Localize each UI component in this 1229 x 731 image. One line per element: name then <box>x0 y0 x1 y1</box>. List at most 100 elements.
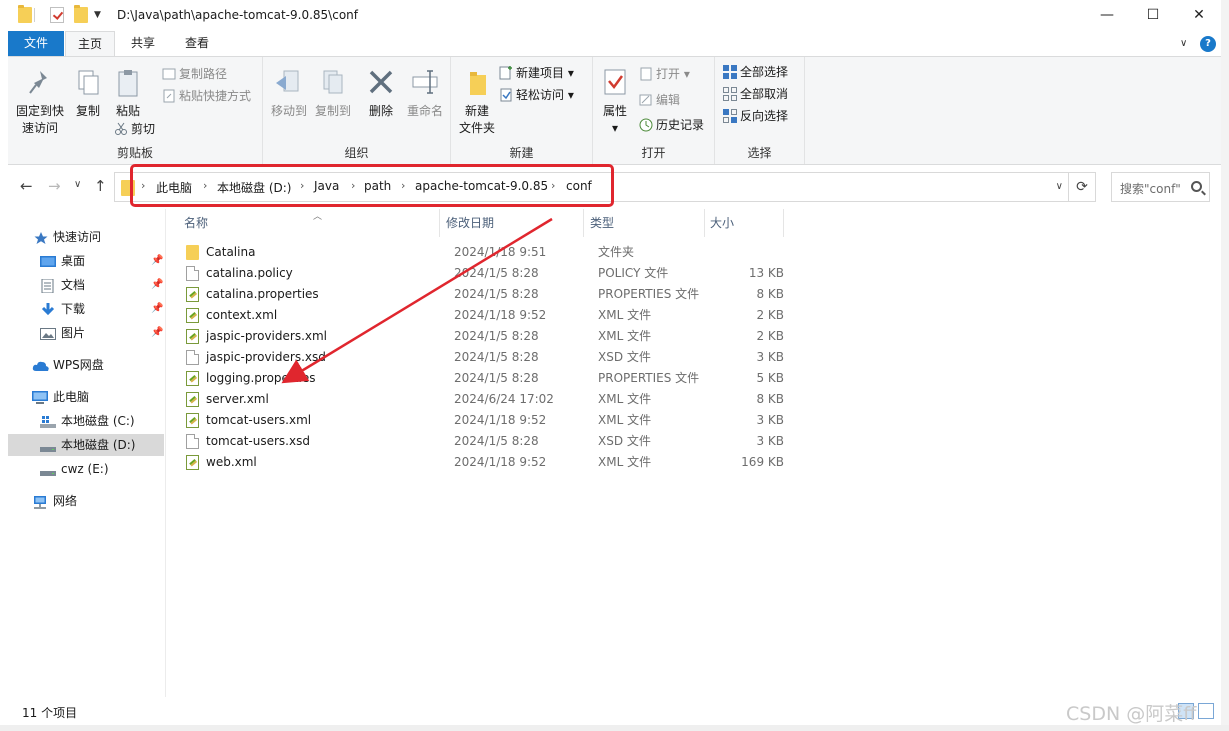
sidebar-item-label: 下载 <box>61 302 86 316</box>
new-item-label: 新建项目 <box>516 66 565 80</box>
file-row[interactable]: tomcat-users.xml 2024/1/18 9:52 XML 文件 3… <box>184 410 784 431</box>
properties-dropdown-icon[interactable]: ▾ <box>612 121 618 135</box>
sidebar-item-label: 桌面 <box>61 254 86 268</box>
file-row[interactable]: context.xml 2024/1/18 9:52 XML 文件 2 KB <box>184 305 784 326</box>
column-divider[interactable] <box>704 209 705 237</box>
sidebar-item-label: cwz (E:) <box>61 462 109 476</box>
history-button[interactable]: 历史记录 <box>639 116 704 134</box>
select-all-button[interactable]: 全部选择 <box>723 63 788 81</box>
help-icon[interactable]: ? <box>1200 36 1216 52</box>
copy-to-button[interactable]: 复制到 <box>313 67 353 120</box>
forward-arrow-icon[interactable]: → <box>48 177 61 195</box>
refresh-button[interactable]: ⟳ <box>1068 172 1096 202</box>
properties-icon[interactable] <box>50 7 64 23</box>
minimize-button[interactable]: — <box>1084 0 1130 31</box>
rename-button[interactable]: 重命名 <box>403 67 447 120</box>
file-row[interactable]: web.xml 2024/1/18 9:52 XML 文件 169 KB <box>184 452 784 473</box>
sidebar-item-drive-e[interactable]: cwz (E:) <box>8 458 164 480</box>
copy-path-icon <box>162 67 176 81</box>
column-header-size[interactable]: 大小 <box>710 213 734 237</box>
tab-file[interactable]: 文件 <box>8 31 64 56</box>
close-button[interactable]: ✕ <box>1176 0 1222 31</box>
easy-access-button[interactable]: 轻松访问 ▾ <box>499 86 574 104</box>
easy-access-label: 轻松访问 <box>516 88 565 102</box>
file-row[interactable]: server.xml 2024/6/24 17:02 XML 文件 8 KB <box>184 389 784 410</box>
pin-to-quick-access-button[interactable]: 固定到快 速访问 <box>12 67 68 137</box>
item-count: 11 个项目 <box>22 706 78 720</box>
tab-share[interactable]: 共享 <box>120 31 166 57</box>
column-divider[interactable] <box>583 209 584 237</box>
tab-home[interactable]: 主页 <box>65 31 115 57</box>
search-input[interactable]: 搜索"conf" <box>1111 172 1210 202</box>
select-none-button[interactable]: 全部取消 <box>723 85 788 103</box>
copy-path-button[interactable]: 复制路径 <box>162 65 227 83</box>
download-arrow-icon <box>40 302 56 316</box>
easy-access-icon <box>499 88 513 102</box>
file-row[interactable]: logging.properties 2024/1/5 8:28 PROPERT… <box>184 368 784 389</box>
file-date: 2024/1/18 9:52 <box>454 308 547 322</box>
new-group-label: 新建 <box>509 146 534 160</box>
computer-icon <box>32 390 48 404</box>
file-size: 8 KB <box>756 392 784 406</box>
copy-button[interactable]: 复制 <box>70 67 106 120</box>
ribbon: 固定到快 速访问 复制 粘贴 复制路径 粘贴快捷方式 剪切 剪贴板 移动到 复制… <box>8 56 1221 165</box>
edit-icon <box>639 93 653 107</box>
file-date: 2024/1/5 8:28 <box>454 434 539 448</box>
file-row[interactable]: Catalina 2024/1/18 9:51 文件夹 <box>184 242 784 263</box>
tab-view[interactable]: 查看 <box>174 31 220 57</box>
column-header-type[interactable]: 类型 <box>590 213 614 237</box>
sidebar-item-documents[interactable]: 文档 📌 <box>8 274 164 296</box>
paste-shortcut-icon <box>162 89 176 103</box>
new-folder-button[interactable]: 新建 文件夹 <box>455 67 499 137</box>
organize-group-label: 组织 <box>344 146 369 160</box>
delete-button[interactable]: 删除 <box>363 67 399 120</box>
desktop-icon <box>40 254 56 268</box>
column-header-modified[interactable]: 修改日期 <box>446 213 494 237</box>
file-size: 169 KB <box>741 455 784 469</box>
select-group-label: 选择 <box>747 146 772 160</box>
properties-button[interactable]: 属性 ▾ <box>595 67 635 137</box>
copy-to-label: 复制到 <box>314 104 351 118</box>
file-row[interactable]: jaspic-providers.xsd 2024/1/5 8:28 XSD 文… <box>184 347 784 368</box>
sidebar-item-drive-c[interactable]: 本地磁盘 (C:) <box>8 410 164 432</box>
column-divider[interactable] <box>439 209 440 237</box>
sidebar-item-desktop[interactable]: 桌面 📌 <box>8 250 164 272</box>
paste-shortcut-button[interactable]: 粘贴快捷方式 <box>162 87 251 105</box>
history-label: 历史记录 <box>656 118 705 132</box>
up-arrow-icon[interactable]: ↑ <box>94 177 107 195</box>
back-arrow-icon[interactable]: ← <box>20 177 33 195</box>
xml-file-icon <box>186 308 199 323</box>
file-date: 2024/1/5 8:28 <box>454 371 539 385</box>
address-dropdown-icon[interactable]: ∨ <box>1056 181 1063 192</box>
maximize-button[interactable]: ☐ <box>1130 0 1176 31</box>
sidebar-item-pictures[interactable]: 图片 📌 <box>8 322 164 344</box>
sidebar-item-this-pc[interactable]: 此电脑 <box>8 386 164 408</box>
sidebar-item-downloads[interactable]: 下载 📌 <box>8 298 164 320</box>
file-row[interactable]: jaspic-providers.xml 2024/1/5 8:28 XML 文… <box>184 326 784 347</box>
select-all-label: 全部选择 <box>740 65 789 79</box>
large-icons-view-icon[interactable] <box>1198 703 1214 719</box>
cloud-icon <box>32 358 49 372</box>
file-name: Catalina <box>206 245 256 259</box>
file-row[interactable]: tomcat-users.xsd 2024/1/5 8:28 XSD 文件 3 … <box>184 431 784 452</box>
sidebar-item-network[interactable]: 网络 <box>8 490 164 512</box>
open-button[interactable]: 打开 ▾ <box>639 65 690 83</box>
sidebar-item-wps[interactable]: WPS网盘 <box>8 354 164 376</box>
sidebar-item-drive-d[interactable]: 本地磁盘 (D:) <box>8 434 164 456</box>
file-type: XSD 文件 <box>598 434 651 448</box>
edit-button[interactable]: 编辑 <box>639 91 680 109</box>
cut-button[interactable]: 剪切 <box>114 120 155 138</box>
invert-selection-button[interactable]: 反向选择 <box>723 107 788 125</box>
new-item-button[interactable]: 新建项目 ▾ <box>499 64 574 82</box>
file-row[interactable]: catalina.policy 2024/1/5 8:28 POLICY 文件 … <box>184 263 784 284</box>
file-row[interactable]: catalina.properties 2024/1/5 8:28 PROPER… <box>184 284 784 305</box>
recent-locations-chevron-icon[interactable]: ∨ <box>74 179 81 190</box>
collapse-ribbon-icon[interactable]: ∨ <box>1180 38 1187 49</box>
column-divider[interactable] <box>783 209 784 237</box>
move-to-button[interactable]: 移动到 <box>269 67 309 120</box>
new-folder-icon[interactable] <box>74 5 88 23</box>
quick-access-toolbar-dropdown[interactable]: ▼ <box>94 10 101 20</box>
column-header-name[interactable]: 名称 <box>184 213 208 237</box>
paste-button[interactable]: 粘贴 <box>108 67 148 120</box>
sidebar-item-quick-access[interactable]: 快速访问 <box>8 226 164 248</box>
